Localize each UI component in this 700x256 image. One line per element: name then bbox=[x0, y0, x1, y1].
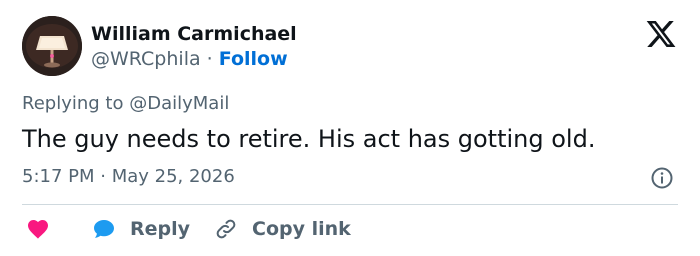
reply-button[interactable]: Reply bbox=[92, 215, 190, 243]
copy-link-button[interactable]: Copy link bbox=[214, 215, 351, 243]
link-icon bbox=[216, 219, 236, 239]
speech-bubble-icon bbox=[94, 220, 114, 238]
like-button[interactable] bbox=[26, 215, 50, 243]
reply-label: Reply bbox=[130, 218, 191, 240]
avatar[interactable] bbox=[22, 16, 82, 76]
author-handle[interactable]: @WRCphila bbox=[91, 48, 201, 70]
follow-button[interactable]: Follow bbox=[219, 48, 288, 70]
x-logo-icon[interactable] bbox=[644, 18, 678, 50]
author-name[interactable]: William Carmichael bbox=[91, 22, 297, 46]
author-handle-row: @WRCphila · Follow bbox=[91, 47, 288, 71]
divider bbox=[22, 204, 678, 205]
tweet-text: The guy needs to retire. His act has got… bbox=[22, 125, 596, 153]
reply-mention-link[interactable]: @DailyMail bbox=[129, 93, 229, 114]
lamp-photo-avatar bbox=[22, 16, 82, 76]
copy-link-label: Copy link bbox=[252, 218, 351, 240]
heart-icon bbox=[28, 220, 48, 239]
info-icon[interactable] bbox=[650, 166, 674, 190]
handle-separator: · bbox=[206, 48, 213, 70]
tweet-timestamp[interactable]: 5:17 PM · May 25, 2026 bbox=[22, 165, 235, 189]
reply-prefix: Replying to bbox=[22, 93, 124, 114]
reply-context: Replying to @DailyMail bbox=[22, 92, 229, 116]
